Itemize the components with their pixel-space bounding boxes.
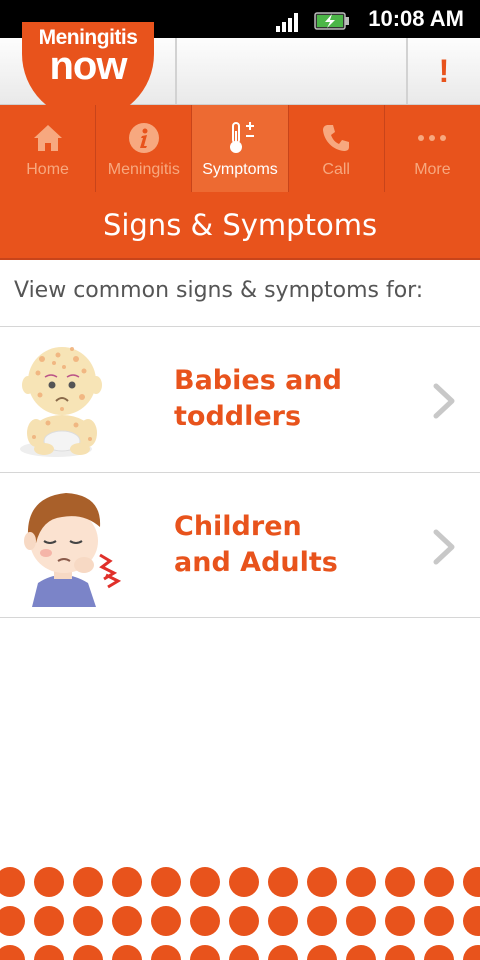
signal-icon: [276, 13, 298, 32]
tab-label: Symptoms: [202, 161, 278, 178]
decorative-dot: [190, 945, 220, 960]
tab-call[interactable]: Call: [289, 105, 385, 192]
divider: [0, 617, 480, 618]
decorative-dot: [307, 906, 337, 936]
decorative-dot: [268, 867, 298, 897]
info-icon: [128, 121, 160, 155]
decorative-dot: [34, 867, 64, 897]
decorative-dot: [463, 906, 480, 936]
decorative-dot: [151, 945, 181, 960]
tab-label: Call: [322, 161, 350, 178]
home-icon: [32, 121, 64, 155]
decorative-dot: [268, 906, 298, 936]
phone-icon: [321, 121, 351, 155]
child-illustration: [24, 493, 122, 607]
decorative-dot: [424, 945, 454, 960]
clock: 10:08 AM: [368, 6, 464, 31]
option-label-line1: Babies and: [174, 365, 342, 396]
decorative-dot: [34, 906, 64, 936]
decorative-dot: [112, 945, 142, 960]
decorative-dot: [346, 945, 376, 960]
decorative-dot: [385, 945, 415, 960]
tab-more[interactable]: More: [385, 105, 480, 192]
decorative-dot: [34, 945, 64, 960]
option-label: Babies and toddlers: [174, 363, 342, 435]
tab-home[interactable]: Home: [0, 105, 97, 192]
decorative-dot: [385, 867, 415, 897]
decorative-dot: [112, 867, 142, 897]
decorative-dot: [73, 867, 103, 897]
option-babies-toddlers[interactable]: Babies and toddlers: [0, 327, 480, 471]
tab-label: Meningitis: [107, 161, 180, 178]
decorative-dot: [385, 906, 415, 936]
chevron-right-icon: [433, 529, 455, 565]
decorative-dot: [190, 906, 220, 936]
tab-label: Home: [26, 161, 69, 178]
option-label: Children and Adults: [174, 509, 338, 581]
decorative-dot: [229, 867, 259, 897]
decorative-dot: [463, 945, 480, 960]
decorative-dot-pattern: [0, 867, 480, 960]
decorative-dot: [151, 906, 181, 936]
battery-charging-icon: [314, 12, 349, 30]
decorative-dot: [268, 945, 298, 960]
decorative-dot: [346, 906, 376, 936]
decorative-dot: [190, 867, 220, 897]
tab-label: More: [414, 161, 451, 178]
thermometer-icon: [224, 121, 256, 155]
decorative-dot: [346, 867, 376, 897]
decorative-dot: [424, 867, 454, 897]
decorative-dot: [151, 867, 181, 897]
decorative-dot: [73, 945, 103, 960]
page-title: Signs & Symptoms: [0, 192, 480, 260]
option-label-line1: Children: [174, 511, 302, 542]
option-label-line2: and Adults: [174, 547, 338, 578]
decorative-dot: [0, 945, 25, 960]
intro-text: View common signs & symptoms for:: [14, 278, 424, 303]
tab-symptoms[interactable]: Symptoms: [192, 105, 289, 192]
header-divider: [175, 38, 177, 104]
baby-illustration: [20, 347, 102, 457]
tab-bar: Home Meningitis Symptoms Call More: [0, 105, 480, 192]
decorative-dot: [229, 906, 259, 936]
option-label-line2: toddlers: [174, 401, 302, 432]
decorative-dot: [0, 867, 25, 897]
decorative-dot: [424, 906, 454, 936]
alert-button[interactable]: !: [408, 38, 480, 104]
decorative-dot: [307, 867, 337, 897]
alert-icon: !: [438, 52, 450, 89]
more-icon: [417, 121, 447, 155]
decorative-dot: [73, 906, 103, 936]
option-children-adults[interactable]: Children and Adults: [0, 473, 480, 617]
chevron-right-icon: [433, 383, 455, 419]
logo-text-bottom: now: [49, 44, 128, 88]
tab-meningitis[interactable]: Meningitis: [96, 105, 193, 192]
decorative-dot: [0, 906, 25, 936]
decorative-dot: [229, 945, 259, 960]
decorative-dot: [463, 867, 480, 897]
decorative-dot: [112, 906, 142, 936]
decorative-dot: [307, 945, 337, 960]
